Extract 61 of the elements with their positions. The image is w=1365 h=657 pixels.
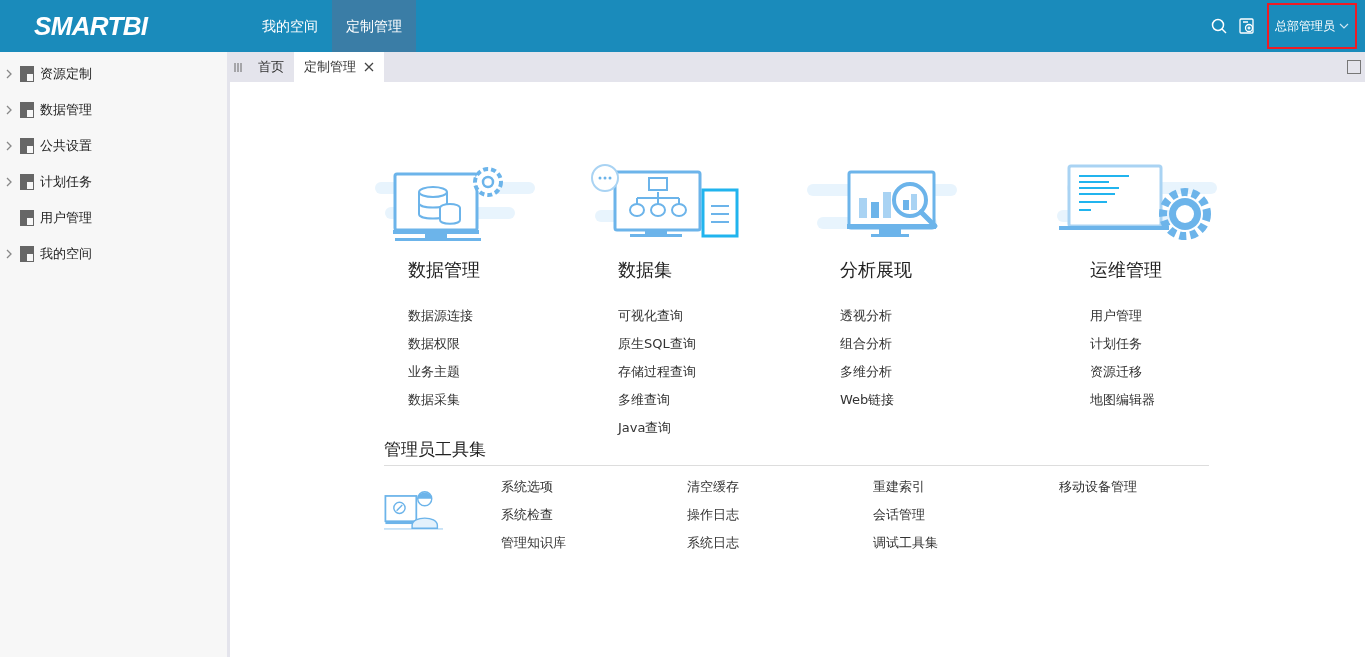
chevron-right-icon[interactable]: [6, 105, 12, 115]
chevron-right-icon[interactable]: [6, 69, 12, 79]
module-link[interactable]: 组合分析: [840, 336, 892, 351]
tool-link[interactable]: 会话管理: [873, 506, 925, 522]
user-menu[interactable]: 总部管理员: [1267, 3, 1357, 49]
tool-link[interactable]: 调试工具集: [873, 534, 938, 550]
folder-icon: [20, 174, 34, 190]
module-link[interactable]: 业务主题: [408, 364, 460, 379]
folder-icon: [20, 210, 34, 226]
sidebar-item[interactable]: 公共设置: [40, 136, 92, 156]
logo: SMARTBI: [34, 9, 148, 43]
module-link[interactable]: 计划任务: [1090, 336, 1142, 351]
calendar-add-icon[interactable]: [1239, 18, 1255, 34]
module-link[interactable]: 地图编辑器: [1090, 392, 1155, 407]
module-link[interactable]: 数据源连接: [408, 308, 473, 323]
tool-link[interactable]: 重建索引: [873, 478, 925, 494]
folder-icon: [20, 138, 34, 154]
sidebar-item[interactable]: 计划任务: [40, 172, 92, 192]
module-link[interactable]: 数据采集: [408, 392, 460, 407]
module-title: 运维管理: [1090, 258, 1163, 282]
sidebar-item[interactable]: 资源定制: [40, 64, 92, 84]
module-link[interactable]: 用户管理: [1090, 308, 1142, 323]
laptop-gear-icon: [1057, 162, 1217, 242]
module-link[interactable]: 可视化查询: [618, 308, 683, 323]
module-link[interactable]: 多维分析: [840, 364, 892, 379]
tool-link[interactable]: 操作日志: [687, 506, 739, 522]
module-link[interactable]: 多维查询: [618, 392, 670, 407]
nav-tab[interactable]: 定制管理: [332, 0, 416, 52]
tool-link[interactable]: 管理知识库: [501, 534, 566, 550]
tool-link[interactable]: 系统日志: [687, 534, 739, 550]
sidebar-item[interactable]: 我的空间: [40, 244, 92, 264]
nav-tab[interactable]: 我的空间: [248, 0, 332, 52]
tool-link[interactable]: 系统检查: [501, 506, 553, 522]
chevron-down-icon: [1339, 22, 1349, 30]
search-icon[interactable]: [1211, 18, 1227, 34]
folder-icon: [20, 66, 34, 82]
module-link[interactable]: 资源迁移: [1090, 364, 1142, 379]
close-icon[interactable]: [364, 62, 374, 72]
section-title: 管理员工具集: [384, 438, 486, 461]
module-title: 数据管理: [408, 258, 481, 282]
sidebar-item[interactable]: 用户管理: [40, 208, 92, 228]
module-link[interactable]: 存储过程查询: [618, 364, 696, 379]
chevron-right-icon[interactable]: [6, 177, 12, 187]
tool-link[interactable]: 移动设备管理: [1059, 478, 1137, 494]
chevron-right-icon[interactable]: [6, 249, 12, 259]
folder-icon: [20, 102, 34, 118]
module-title: 数据集: [618, 258, 673, 282]
tool-link[interactable]: 清空缓存: [687, 478, 739, 494]
sidebar-item[interactable]: 数据管理: [40, 100, 92, 120]
maximize-icon[interactable]: [1347, 60, 1361, 74]
module-link[interactable]: 原生SQL查询: [618, 336, 696, 351]
folder-icon: [20, 246, 34, 262]
page-tab[interactable]: 首页: [248, 52, 294, 82]
module-link[interactable]: Web链接: [840, 392, 895, 407]
module-link[interactable]: 透视分析: [840, 308, 892, 323]
page-tab[interactable]: 定制管理: [294, 52, 384, 82]
module-link[interactable]: Java查询: [618, 420, 672, 435]
chevron-right-icon[interactable]: [6, 141, 12, 151]
tool-link[interactable]: 系统选项: [501, 478, 553, 494]
module-link[interactable]: 数据权限: [408, 336, 460, 351]
module-title: 分析展现: [840, 258, 913, 282]
